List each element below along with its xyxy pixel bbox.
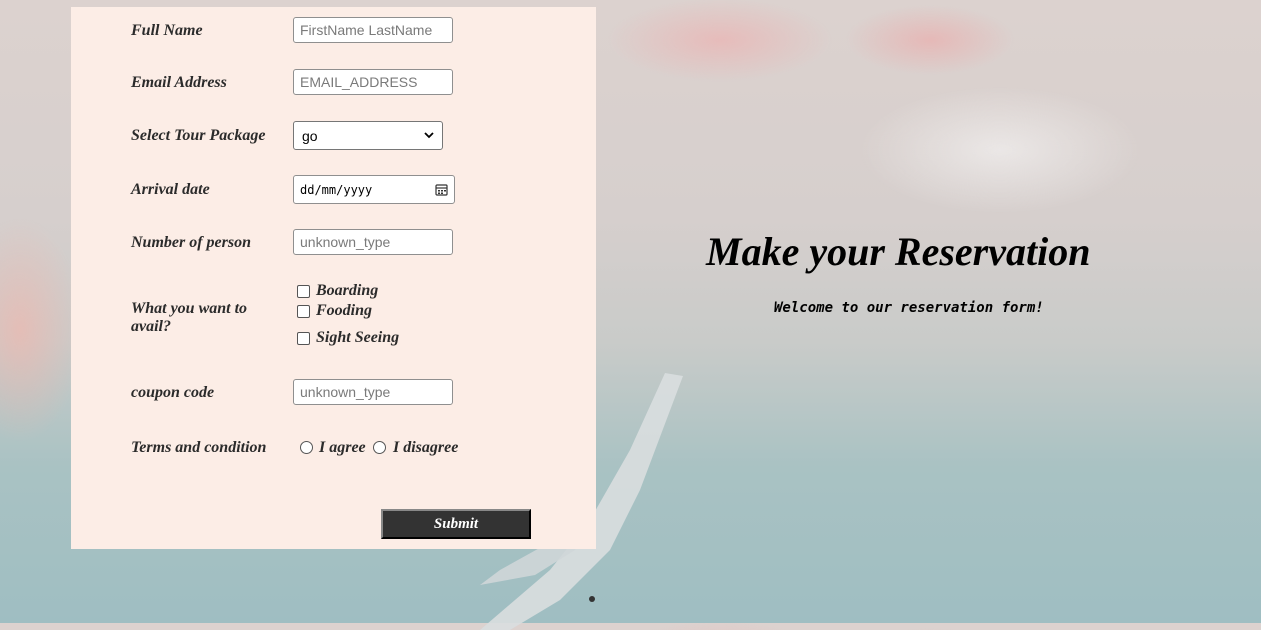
reservation-form: Full Name Email Address Select Tour Pack… bbox=[71, 7, 596, 549]
coupon-input[interactable] bbox=[293, 379, 453, 405]
welcome-text: Welcome to our reservation form! bbox=[774, 300, 1044, 316]
email-input[interactable] bbox=[293, 69, 453, 95]
sight-seeing-option-label: Sight Seeing bbox=[316, 329, 400, 346]
fooding-checkbox[interactable] bbox=[297, 305, 310, 318]
full-name-input[interactable] bbox=[293, 17, 453, 43]
tour-package-selected: go bbox=[302, 127, 318, 144]
tour-package-select[interactable]: go bbox=[293, 121, 443, 150]
boarding-checkbox[interactable] bbox=[297, 285, 310, 298]
arrival-date-label: Arrival date bbox=[131, 181, 210, 198]
terms-label: Terms and condition bbox=[131, 439, 267, 456]
arrival-date-input[interactable]: dd/mm/yyyy bbox=[293, 175, 455, 204]
page-title: Make your Reservation bbox=[706, 229, 1091, 274]
disagree-label: I disagree bbox=[393, 439, 459, 456]
fooding-option-label: Fooding bbox=[316, 302, 373, 319]
sight-seeing-checkbox[interactable] bbox=[297, 332, 310, 345]
agree-label: I agree bbox=[319, 439, 366, 456]
agree-radio[interactable] bbox=[300, 441, 313, 454]
email-label: Email Address bbox=[131, 74, 227, 91]
full-name-label: Full Name bbox=[131, 22, 203, 39]
boarding-option-label: Boarding bbox=[316, 282, 379, 299]
persons-input[interactable] bbox=[293, 229, 453, 255]
avail-label: What you want to avail? bbox=[131, 300, 248, 335]
submit-button[interactable]: Submit bbox=[381, 509, 531, 539]
disagree-radio[interactable] bbox=[373, 441, 386, 454]
chevron-down-icon bbox=[424, 132, 434, 139]
arrival-date-placeholder: dd/mm/yyyy bbox=[300, 182, 373, 197]
persons-label: Number of person bbox=[131, 234, 252, 251]
coupon-label: coupon code bbox=[131, 384, 215, 401]
calendar-icon[interactable] bbox=[435, 183, 448, 196]
tour-package-label: Select Tour Package bbox=[131, 127, 266, 144]
